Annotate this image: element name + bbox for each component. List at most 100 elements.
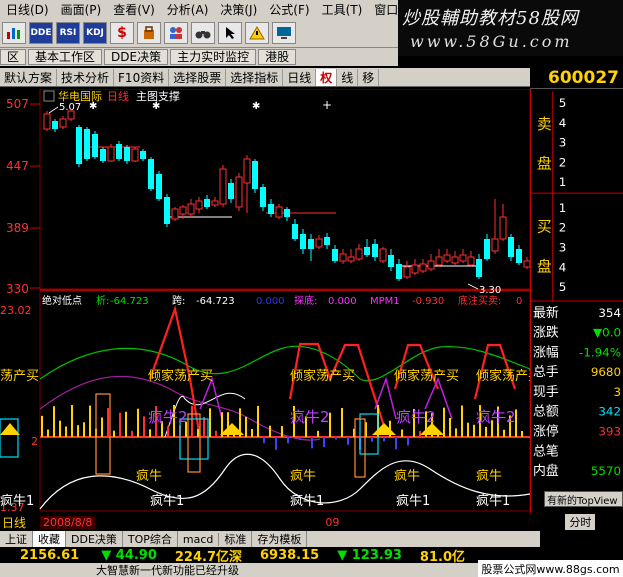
quote-value: ▼0.0 (593, 326, 621, 340)
candle-body (403, 266, 411, 278)
watermark-title: 炒股輔助教材58股网 (402, 8, 579, 29)
candle-body (156, 174, 162, 199)
quote-label: 总手 (533, 365, 559, 380)
sell-level: 4 (559, 116, 567, 130)
sell-level: 1 (559, 175, 567, 189)
menu-item[interactable]: 画面(P) (55, 1, 108, 18)
tab-hk[interactable]: 港股 (258, 49, 297, 65)
candle-body (411, 264, 419, 274)
dollar-icon[interactable]: $ (110, 21, 134, 44)
candle-body (59, 118, 67, 128)
candle-body (204, 199, 210, 207)
candle-body (252, 161, 258, 189)
menu-item[interactable]: 日线(D) (0, 1, 55, 18)
tech-analysis-button[interactable]: 技术分析 (57, 68, 115, 86)
candle-body (508, 237, 514, 257)
tab-main-monitor[interactable]: 主力实时监控 (170, 49, 257, 65)
f10-button[interactable]: F10资料 (114, 68, 170, 86)
warning-icon[interactable] (245, 21, 269, 44)
ind-v6-label: 底注买卖: (458, 294, 501, 307)
candle-body (339, 253, 347, 262)
candle-body (43, 113, 51, 130)
tab-area[interactable]: 区 (0, 49, 27, 65)
bull-annotation: 疯牛2 (148, 408, 188, 426)
candle-body (435, 256, 443, 266)
menu-item[interactable]: 工具(T) (316, 1, 369, 18)
watermark-url: www.58Gu.com (410, 32, 573, 51)
tab-dde[interactable]: DDE决策 (66, 531, 123, 547)
period-label: 日线 (107, 89, 129, 103)
buy-annotation: 倾家荡产买 (148, 368, 213, 384)
quote-value: 393 (598, 425, 621, 439)
select-indicator-button[interactable]: 选择指标 (226, 68, 284, 86)
topview-notice[interactable]: 有新的TopView (544, 491, 623, 507)
cursor-icon[interactable] (218, 21, 242, 44)
save-template-button[interactable]: 存为模板 (252, 531, 308, 547)
candle-body (211, 200, 219, 206)
fenshi-button[interactable]: 分时 (565, 514, 596, 530)
candle-body (260, 187, 266, 207)
candle-body (499, 216, 507, 240)
buy-levels: 1 2 3 4 5 (559, 201, 567, 294)
quote-label: 总额 (533, 405, 559, 420)
buy-label: 买 (537, 219, 552, 236)
candle-body (332, 249, 338, 261)
rights-button[interactable]: 权 (316, 68, 338, 86)
bag-icon[interactable] (137, 21, 161, 44)
default-scheme-button[interactable]: 默认方案 (0, 68, 58, 86)
status-date: 2008/8/8 (40, 515, 96, 529)
binoculars-icon[interactable] (191, 21, 215, 44)
candle-body (235, 176, 243, 208)
quote-label: 总笔 (533, 443, 559, 459)
buy-level: 2 (559, 221, 567, 235)
buy-annotation: 倾家荡产买 (476, 368, 530, 384)
buy-triangle (0, 423, 20, 435)
buy-level: 5 (559, 280, 567, 294)
monitor-icon[interactable] (272, 21, 296, 44)
ind-v6: 0 (516, 296, 522, 307)
ind-v2: -64.723 (196, 296, 235, 307)
dde-icon[interactable]: DDE (29, 21, 53, 44)
line-button[interactable]: 线 (337, 68, 359, 86)
menu-item[interactable]: 决策(J) (214, 1, 263, 18)
menu-item[interactable]: 分析(A) (161, 1, 215, 18)
chart-area[interactable]: 507 447 389 330 华电国际 日线 主图支撑 5.07 3.30 ✱… (0, 89, 530, 513)
bull-annotation: 疯牛1 (290, 493, 324, 509)
candlestick-series (43, 109, 530, 281)
low-label: 3.30 (479, 285, 501, 296)
candle-body (372, 244, 378, 257)
candle-body (67, 110, 75, 120)
select-stock-button[interactable]: 选择股票 (169, 68, 227, 86)
candle-body (388, 255, 394, 267)
quote-label: 最新 (533, 305, 559, 321)
tab-top[interactable]: TOP综合 (123, 531, 178, 547)
status-period: 日线 (2, 515, 27, 530)
candle-body (148, 159, 154, 189)
collapse-icon[interactable] (43, 90, 55, 102)
candle-body (275, 206, 283, 218)
move-button[interactable]: 移 (358, 68, 380, 86)
candle-body (292, 224, 298, 239)
buy-level: 1 (559, 201, 567, 215)
tab-shanghai[interactable]: 上证 (0, 531, 33, 547)
bull-annotation: 疯牛 (394, 468, 420, 484)
bull-annotation: 疯牛1 (476, 493, 510, 509)
menu-item[interactable]: 查看(V) (107, 1, 161, 18)
candle-body (364, 247, 370, 255)
quote-label: 内盘 (533, 463, 559, 479)
kdj-icon[interactable]: KDJ (83, 21, 107, 44)
status-tick: 09 (325, 515, 340, 529)
tab-dde[interactable]: DDE决策 (104, 49, 169, 65)
people-icon[interactable] (164, 21, 188, 44)
tab-macd[interactable]: macd (178, 532, 220, 546)
bar-chart-icon[interactable] (2, 21, 26, 44)
tab-favorites[interactable]: 收藏 (33, 531, 66, 547)
rsi-icon[interactable]: RSI (56, 21, 80, 44)
menu-item[interactable]: 公式(F) (263, 1, 315, 18)
workspace-tabs: 区 基本工作区 DDE决策 主力实时监控 港股 (0, 48, 398, 66)
news-text[interactable]: 大智慧新一代新功能已经升级 (96, 563, 239, 577)
ind-v3: 0.000 (256, 296, 285, 307)
period-button[interactable]: 日线 (283, 68, 317, 86)
tab-basic-workspace[interactable]: 基本工作区 (28, 49, 103, 65)
candle-body (315, 238, 323, 248)
